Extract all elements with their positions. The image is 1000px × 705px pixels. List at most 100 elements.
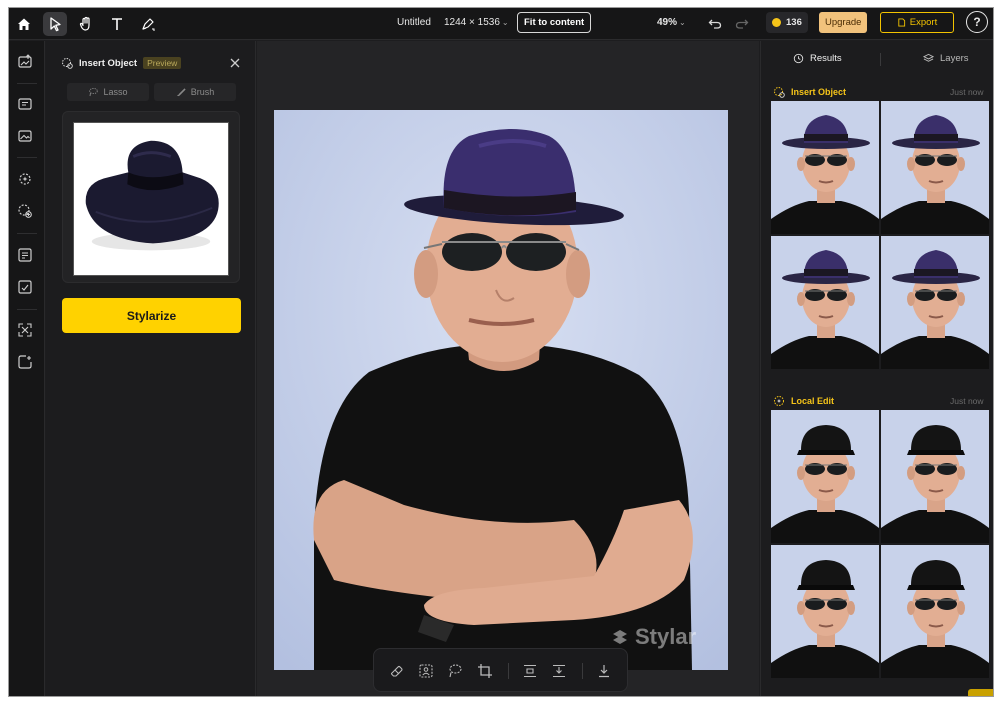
hat-image	[74, 123, 228, 275]
result-image	[881, 236, 989, 369]
result-thumbnail[interactable]	[881, 545, 989, 678]
insert-object-icon	[774, 87, 785, 98]
result-image	[881, 545, 989, 678]
eraser-icon[interactable]	[389, 663, 405, 679]
brush-label: Brush	[190, 87, 215, 97]
insert-object-icon[interactable]	[16, 202, 34, 220]
tab-results[interactable]: Results	[793, 53, 842, 64]
zoom-selector[interactable]: 49% ⌄	[657, 17, 686, 28]
result-thumbnail[interactable]	[771, 545, 879, 678]
upgrade-button[interactable]: Upgrade	[819, 12, 868, 33]
crop-edit-icon[interactable]	[16, 278, 34, 296]
tab-layers[interactable]: Layers	[923, 53, 969, 64]
crop-icon[interactable]	[477, 663, 493, 679]
brush-icon	[177, 88, 186, 97]
result-image	[771, 101, 879, 234]
chat-widget-button[interactable]	[968, 689, 993, 696]
zoom-value: 49%	[657, 17, 678, 28]
resize-icon[interactable]	[16, 321, 34, 339]
toolbar-divider	[582, 663, 583, 679]
stylarize-button[interactable]: Stylarize	[62, 298, 241, 333]
toolbar-divider	[508, 663, 509, 679]
portrait-image	[274, 110, 728, 670]
tab-divider	[880, 53, 881, 66]
canvas-bottom-toolbar	[373, 648, 628, 692]
export-button[interactable]: Export	[880, 12, 954, 33]
panel-header: Insert Object Preview	[61, 57, 182, 69]
section-timestamp: Just now	[950, 87, 984, 97]
credits-badge[interactable]: 136	[766, 12, 808, 33]
lasso-icon[interactable]	[447, 663, 463, 679]
rail-divider	[17, 83, 37, 84]
result-image	[771, 545, 879, 678]
insert-object-icon	[62, 58, 73, 69]
result-thumbnail[interactable]	[771, 410, 879, 543]
redo-icon[interactable]	[734, 15, 750, 31]
results-grid-insert-object	[771, 101, 989, 369]
magic-icon[interactable]	[16, 170, 34, 188]
text-edit-icon[interactable]	[16, 95, 34, 113]
result-thumbnail[interactable]	[881, 236, 989, 369]
results-grid-local-edit	[771, 410, 989, 678]
result-thumbnail[interactable]	[771, 236, 879, 369]
fit-to-content-button[interactable]: Fit to content	[517, 12, 592, 33]
add-frame-icon[interactable]	[16, 353, 34, 371]
magic-icon	[774, 396, 784, 406]
expand-icon[interactable]	[16, 246, 34, 264]
home-icon[interactable]	[12, 12, 36, 36]
download-icon[interactable]	[596, 663, 612, 679]
close-icon[interactable]	[229, 57, 241, 69]
select-arrow-icon[interactable]	[43, 12, 67, 36]
align-middle-icon[interactable]	[551, 663, 567, 679]
section-header-local-edit: Local Edit	[773, 395, 834, 407]
object-preview-image[interactable]	[73, 122, 229, 276]
document-title[interactable]: Untitled	[397, 17, 431, 28]
layers-icon	[923, 53, 934, 62]
app-window: Untitled 1244 × 1536 ⌄ Fit to content 49%…	[8, 7, 994, 697]
preview-badge: Preview	[143, 57, 182, 69]
tab-results-label: Results	[810, 53, 842, 64]
result-image	[771, 410, 879, 543]
lasso-icon	[89, 87, 99, 97]
text-icon[interactable]	[105, 12, 129, 36]
results-tabs: Results Layers	[761, 41, 993, 79]
result-thumbnail[interactable]	[881, 101, 989, 234]
section-timestamp: Just now	[950, 396, 984, 406]
help-button[interactable]: ?	[966, 11, 988, 33]
top-toolbar: Untitled 1244 × 1536 ⌄ Fit to content 49%…	[9, 8, 993, 40]
hand-icon[interactable]	[74, 12, 98, 36]
stylar-watermark: Stylar	[609, 624, 696, 650]
image-edit-icon[interactable]	[16, 127, 34, 145]
chevron-down-icon: ⌄	[501, 18, 509, 27]
object-preview-frame	[62, 111, 240, 283]
document-size-value: 1244 × 1536	[444, 17, 500, 28]
section-title: Insert Object	[791, 87, 847, 97]
person-select-icon[interactable]	[418, 663, 434, 679]
export-icon	[898, 18, 905, 27]
tab-layers-label: Layers	[940, 53, 969, 64]
result-thumbnail[interactable]	[881, 410, 989, 543]
document-size-selector[interactable]: 1244 × 1536 ⌄	[444, 17, 509, 28]
lasso-label: Lasso	[103, 87, 128, 97]
pen-icon[interactable]	[136, 12, 160, 36]
brush-button[interactable]: Brush	[154, 83, 236, 101]
rail-divider	[17, 309, 37, 310]
rail-divider	[17, 233, 37, 234]
upload-image-icon[interactable]	[16, 53, 34, 71]
panel-title: Insert Object	[79, 57, 138, 69]
lasso-button[interactable]: Lasso	[67, 83, 149, 101]
export-label: Export	[909, 17, 938, 28]
result-image	[881, 410, 989, 543]
section-header-insert-object: Insert Object	[773, 86, 846, 98]
credits-count: 136	[786, 17, 802, 28]
canvas-image[interactable]	[274, 110, 728, 670]
canvas-area: Stylar	[257, 41, 759, 696]
align-top-icon[interactable]	[522, 663, 538, 679]
chevron-down-icon: ⌄	[679, 18, 686, 27]
rail-divider	[17, 157, 37, 158]
result-thumbnail[interactable]	[771, 101, 879, 234]
insert-object-panel: Insert Object Preview Lasso Brush Stylar…	[46, 41, 256, 696]
left-tool-rail	[9, 41, 45, 696]
stylar-logo-icon	[613, 630, 627, 644]
undo-icon[interactable]	[707, 15, 723, 31]
